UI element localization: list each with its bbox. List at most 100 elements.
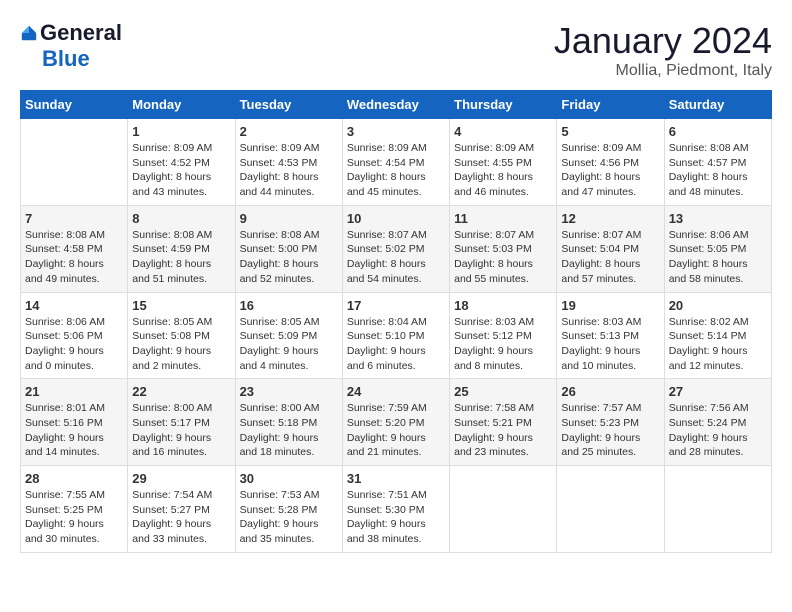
day-number: 30 [240, 471, 338, 486]
logo: General Blue [20, 20, 122, 72]
logo-blue: Blue [42, 46, 90, 72]
calendar-cell: 17 Sunrise: 8:04 AM Sunset: 5:10 PM Dayli… [342, 292, 449, 379]
calendar-cell [21, 119, 128, 206]
day-number: 28 [25, 471, 123, 486]
calendar-cell [557, 466, 664, 553]
day-number: 19 [561, 298, 659, 313]
day-info: Sunrise: 8:07 AM Sunset: 5:04 PM Dayligh… [561, 228, 659, 287]
calendar-week-0: 1Sunrise: 8:09 AM Sunset: 4:52 PM Daylig… [21, 119, 772, 206]
day-number: 18 [454, 298, 552, 313]
calendar-week-4: 28 Sunrise: 7:55 AM Sunset: 5:25 PM Dayli… [21, 466, 772, 553]
calendar-cell: 28 Sunrise: 7:55 AM Sunset: 5:25 PM Dayli… [21, 466, 128, 553]
calendar-cell: 3 Sunrise: 8:09 AM Sunset: 4:54 PM Daylig… [342, 119, 449, 206]
day-info: Sunrise: 7:51 AM Sunset: 5:30 PM Dayligh… [347, 488, 445, 547]
day-info: Sunrise: 8:08 AM Sunset: 4:57 PM Dayligh… [669, 141, 767, 200]
calendar-week-1: 7 Sunrise: 8:08 AM Sunset: 4:58 PM Daylig… [21, 205, 772, 292]
calendar-cell: 18 Sunrise: 8:03 AM Sunset: 5:12 PM Dayli… [450, 292, 557, 379]
col-saturday: Saturday [664, 91, 771, 119]
day-number: 26 [561, 384, 659, 399]
day-number: 31 [347, 471, 445, 486]
col-sunday: Sunday [21, 91, 128, 119]
calendar-cell: 14Sunrise: 8:06 AM Sunset: 5:06 PM Dayli… [21, 292, 128, 379]
day-info: Sunrise: 8:09 AM Sunset: 4:56 PM Dayligh… [561, 141, 659, 200]
day-info: Sunrise: 8:00 AM Sunset: 5:18 PM Dayligh… [240, 401, 338, 460]
calendar-cell: 31 Sunrise: 7:51 AM Sunset: 5:30 PM Dayli… [342, 466, 449, 553]
logo-icon [20, 24, 38, 42]
calendar-cell: 7 Sunrise: 8:08 AM Sunset: 4:58 PM Daylig… [21, 205, 128, 292]
day-info: Sunrise: 8:09 AM Sunset: 4:53 PM Dayligh… [240, 141, 338, 200]
day-info: Sunrise: 8:03 AM Sunset: 5:12 PM Dayligh… [454, 315, 552, 374]
day-number: 22 [132, 384, 230, 399]
day-number: 29 [132, 471, 230, 486]
day-info: Sunrise: 8:01 AM Sunset: 5:16 PM Dayligh… [25, 401, 123, 460]
day-number: 9 [240, 211, 338, 226]
day-number: 17 [347, 298, 445, 313]
day-info: Sunrise: 7:56 AM Sunset: 5:24 PM Dayligh… [669, 401, 767, 460]
calendar-cell: 11 Sunrise: 8:07 AM Sunset: 5:03 PM Dayli… [450, 205, 557, 292]
day-number: 11 [454, 211, 552, 226]
calendar-cell [450, 466, 557, 553]
location-subtitle: Mollia, Piedmont, Italy [554, 62, 772, 80]
calendar-cell: 24 Sunrise: 7:59 AM Sunset: 5:20 PM Dayli… [342, 379, 449, 466]
calendar-cell: 10Sunrise: 8:07 AM Sunset: 5:02 PM Dayli… [342, 205, 449, 292]
col-wednesday: Wednesday [342, 91, 449, 119]
day-info: Sunrise: 8:07 AM Sunset: 5:02 PM Dayligh… [347, 228, 445, 287]
calendar-cell: 30 Sunrise: 7:53 AM Sunset: 5:28 PM Dayli… [235, 466, 342, 553]
day-number: 24 [347, 384, 445, 399]
day-info: Sunrise: 7:57 AM Sunset: 5:23 PM Dayligh… [561, 401, 659, 460]
header-row: Sunday Monday Tuesday Wednesday Thursday… [21, 91, 772, 119]
calendar-cell: 6Sunrise: 8:08 AM Sunset: 4:57 PM Daylig… [664, 119, 771, 206]
calendar-cell: 12 Sunrise: 8:07 AM Sunset: 5:04 PM Dayli… [557, 205, 664, 292]
day-number: 2 [240, 124, 338, 139]
day-number: 3 [347, 124, 445, 139]
day-number: 7 [25, 211, 123, 226]
day-info: Sunrise: 7:58 AM Sunset: 5:21 PM Dayligh… [454, 401, 552, 460]
day-number: 8 [132, 211, 230, 226]
calendar-cell: 20Sunrise: 8:02 AM Sunset: 5:14 PM Dayli… [664, 292, 771, 379]
col-thursday: Thursday [450, 91, 557, 119]
day-info: Sunrise: 8:02 AM Sunset: 5:14 PM Dayligh… [669, 315, 767, 374]
col-tuesday: Tuesday [235, 91, 342, 119]
calendar-cell: 16 Sunrise: 8:05 AM Sunset: 5:09 PM Dayli… [235, 292, 342, 379]
calendar-cell: 1Sunrise: 8:09 AM Sunset: 4:52 PM Daylig… [128, 119, 235, 206]
day-info: Sunrise: 8:00 AM Sunset: 5:17 PM Dayligh… [132, 401, 230, 460]
calendar-cell: 22 Sunrise: 8:00 AM Sunset: 5:17 PM Dayli… [128, 379, 235, 466]
day-number: 25 [454, 384, 552, 399]
day-number: 1 [132, 124, 230, 139]
day-info: Sunrise: 7:54 AM Sunset: 5:27 PM Dayligh… [132, 488, 230, 547]
day-info: Sunrise: 7:59 AM Sunset: 5:20 PM Dayligh… [347, 401, 445, 460]
calendar-cell: 13Sunrise: 8:06 AM Sunset: 5:05 PM Dayli… [664, 205, 771, 292]
calendar-cell: 21 Sunrise: 8:01 AM Sunset: 5:16 PM Dayli… [21, 379, 128, 466]
day-number: 13 [669, 211, 767, 226]
calendar-cell: 2 Sunrise: 8:09 AM Sunset: 4:53 PM Daylig… [235, 119, 342, 206]
col-friday: Friday [557, 91, 664, 119]
calendar-cell: 4 Sunrise: 8:09 AM Sunset: 4:55 PM Daylig… [450, 119, 557, 206]
day-info: Sunrise: 7:53 AM Sunset: 5:28 PM Dayligh… [240, 488, 338, 547]
day-info: Sunrise: 8:04 AM Sunset: 5:10 PM Dayligh… [347, 315, 445, 374]
day-info: Sunrise: 8:05 AM Sunset: 5:09 PM Dayligh… [240, 315, 338, 374]
day-info: Sunrise: 8:08 AM Sunset: 5:00 PM Dayligh… [240, 228, 338, 287]
calendar-header: Sunday Monday Tuesday Wednesday Thursday… [21, 91, 772, 119]
day-info: Sunrise: 8:05 AM Sunset: 5:08 PM Dayligh… [132, 315, 230, 374]
day-number: 16 [240, 298, 338, 313]
calendar-cell: 23Sunrise: 8:00 AM Sunset: 5:18 PM Dayli… [235, 379, 342, 466]
day-number: 5 [561, 124, 659, 139]
day-info: Sunrise: 8:09 AM Sunset: 4:54 PM Dayligh… [347, 141, 445, 200]
calendar-table: Sunday Monday Tuesday Wednesday Thursday… [20, 90, 772, 553]
logo-general: General [40, 20, 122, 46]
day-info: Sunrise: 8:08 AM Sunset: 4:58 PM Dayligh… [25, 228, 123, 287]
calendar-cell: 29 Sunrise: 7:54 AM Sunset: 5:27 PM Dayli… [128, 466, 235, 553]
day-info: Sunrise: 8:09 AM Sunset: 4:55 PM Dayligh… [454, 141, 552, 200]
day-info: Sunrise: 7:55 AM Sunset: 5:25 PM Dayligh… [25, 488, 123, 547]
day-info: Sunrise: 8:07 AM Sunset: 5:03 PM Dayligh… [454, 228, 552, 287]
day-number: 27 [669, 384, 767, 399]
calendar-week-3: 21 Sunrise: 8:01 AM Sunset: 5:16 PM Dayli… [21, 379, 772, 466]
title-section: January 2024 Mollia, Piedmont, Italy [554, 20, 772, 80]
calendar-cell: 25 Sunrise: 7:58 AM Sunset: 5:21 PM Dayli… [450, 379, 557, 466]
day-info: Sunrise: 8:06 AM Sunset: 5:06 PM Dayligh… [25, 315, 123, 374]
calendar-cell: 27 Sunrise: 7:56 AM Sunset: 5:24 PM Dayli… [664, 379, 771, 466]
col-monday: Monday [128, 91, 235, 119]
day-number: 21 [25, 384, 123, 399]
day-number: 4 [454, 124, 552, 139]
day-number: 12 [561, 211, 659, 226]
